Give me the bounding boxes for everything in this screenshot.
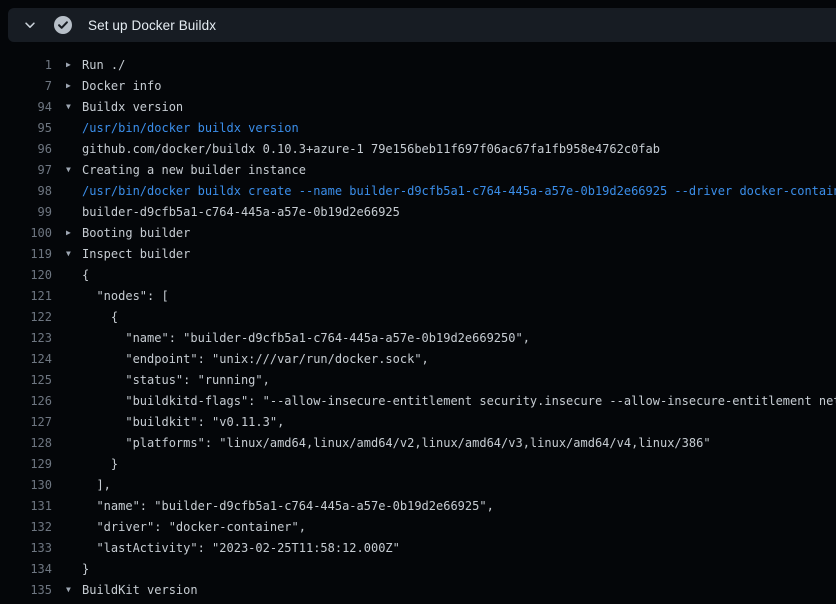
log-row: 127 "buildkit": "v0.11.3", bbox=[0, 411, 836, 432]
group-expanded-triangle-icon[interactable]: ▼ bbox=[66, 96, 82, 117]
log-text: Docker info bbox=[82, 79, 161, 93]
line-number[interactable]: 94 bbox=[0, 100, 52, 114]
log-command-text: /usr/bin/docker buildx create --name bui… bbox=[82, 184, 836, 198]
log-text: "lastActivity": "2023-02-25T11:58:12.000… bbox=[82, 541, 400, 555]
line-number[interactable]: 7 bbox=[0, 79, 52, 93]
log-text: BuildKit version bbox=[82, 583, 198, 597]
line-number[interactable]: 130 bbox=[0, 478, 52, 492]
line-number[interactable]: 125 bbox=[0, 373, 52, 387]
line-number[interactable]: 129 bbox=[0, 457, 52, 471]
log-text: } bbox=[82, 457, 118, 471]
log-text: "driver": "docker-container", bbox=[82, 520, 306, 534]
line-number[interactable]: 96 bbox=[0, 142, 52, 156]
log-row: 126 "buildkitd-flags": "--allow-insecure… bbox=[0, 390, 836, 411]
line-number[interactable]: 100 bbox=[0, 226, 52, 240]
log-row: 123 "name": "builder-d9cfb5a1-c764-445a-… bbox=[0, 327, 836, 348]
log-row: 132 "driver": "docker-container", bbox=[0, 516, 836, 537]
log-text: } bbox=[82, 562, 89, 576]
log-text: "name": "builder-d9cfb5a1-c764-445a-a57e… bbox=[82, 331, 530, 345]
log-text: "status": "running", bbox=[82, 373, 270, 387]
group-collapsed-triangle-icon[interactable]: ▶ bbox=[66, 54, 82, 75]
log-group-row[interactable]: 94 ▼Buildx version bbox=[0, 96, 836, 117]
log-text: { bbox=[82, 310, 118, 324]
step-success-check-icon bbox=[54, 16, 72, 34]
log-text: "buildkitd-flags": "--allow-insecure-ent… bbox=[82, 394, 836, 408]
log-text: Creating a new builder instance bbox=[82, 163, 306, 177]
line-number[interactable]: 121 bbox=[0, 289, 52, 303]
log-row: 121 "nodes": [ bbox=[0, 285, 836, 306]
line-number[interactable]: 126 bbox=[0, 394, 52, 408]
log-text: github.com/docker/buildx 0.10.3+azure-1 … bbox=[82, 142, 660, 156]
log-group-row[interactable]: 1 ▶Run ./ bbox=[0, 54, 836, 75]
log-text: "name": "builder-d9cfb5a1-c764-445a-a57e… bbox=[82, 499, 494, 513]
line-number[interactable]: 99 bbox=[0, 205, 52, 219]
log-row: 129 } bbox=[0, 453, 836, 474]
group-expanded-triangle-icon[interactable]: ▼ bbox=[66, 159, 82, 180]
line-number[interactable]: 123 bbox=[0, 331, 52, 345]
log-text: builder-d9cfb5a1-c764-445a-a57e-0b19d2e6… bbox=[82, 205, 400, 219]
group-expanded-triangle-icon[interactable]: ▼ bbox=[66, 243, 82, 264]
step-title: Set up Docker Buildx bbox=[88, 18, 216, 33]
line-number[interactable]: 135 bbox=[0, 583, 52, 597]
line-number[interactable]: 131 bbox=[0, 499, 52, 513]
log-text: "nodes": [ bbox=[82, 289, 169, 303]
line-number[interactable]: 132 bbox=[0, 520, 52, 534]
log-row: 120 { bbox=[0, 264, 836, 285]
log-row: 136builder-d9cfb5a1-c764-445a-a57e-0b19d… bbox=[0, 600, 836, 604]
log-lines: 1▶Run ./7▶Docker info94▼Buildx version95… bbox=[0, 42, 836, 604]
log-row: 96 github.com/docker/buildx 0.10.3+azure-… bbox=[0, 138, 836, 159]
log-text: "platforms": "linux/amd64,linux/amd64/v2… bbox=[82, 436, 711, 450]
log-group-row[interactable]: 97 ▼Creating a new builder instance bbox=[0, 159, 836, 180]
line-number[interactable]: 128 bbox=[0, 436, 52, 450]
log-row: 134} bbox=[0, 558, 836, 579]
log-row: 98/usr/bin/docker buildx create --name b… bbox=[0, 180, 836, 201]
group-collapsed-triangle-icon[interactable]: ▶ bbox=[66, 222, 82, 243]
log-text: Run ./ bbox=[82, 58, 125, 72]
group-expanded-triangle-icon[interactable]: ▼ bbox=[66, 579, 82, 600]
log-text: "endpoint": "unix:///var/run/docker.sock… bbox=[82, 352, 429, 366]
log-text: Booting builder bbox=[82, 226, 190, 240]
log-row: 99 builder-d9cfb5a1-c764-445a-a57e-0b19d2… bbox=[0, 201, 836, 222]
line-number[interactable]: 122 bbox=[0, 310, 52, 324]
log-text: Inspect builder bbox=[82, 247, 190, 261]
log-group-row[interactable]: 100 ▶Booting builder bbox=[0, 222, 836, 243]
log-group-row[interactable]: 119 ▼Inspect builder bbox=[0, 243, 836, 264]
line-number[interactable]: 97 bbox=[0, 163, 52, 177]
log-row: 125 "status": "running", bbox=[0, 369, 836, 390]
chevron-down-icon[interactable] bbox=[22, 17, 38, 33]
line-number[interactable]: 119 bbox=[0, 247, 52, 261]
log-row: 95/usr/bin/docker buildx version bbox=[0, 117, 836, 138]
group-collapsed-triangle-icon[interactable]: ▶ bbox=[66, 75, 82, 96]
line-number[interactable]: 127 bbox=[0, 415, 52, 429]
log-row: 122 { bbox=[0, 306, 836, 327]
log-group-row[interactable]: 7 ▶Docker info bbox=[0, 75, 836, 96]
log-row: 128 "platforms": "linux/amd64,linux/amd6… bbox=[0, 432, 836, 453]
line-number[interactable]: 124 bbox=[0, 352, 52, 366]
log-row: 130 ], bbox=[0, 474, 836, 495]
log-row: 133 "lastActivity": "2023-02-25T11:58:12… bbox=[0, 537, 836, 558]
line-number[interactable]: 133 bbox=[0, 541, 52, 555]
log-command-text: /usr/bin/docker buildx version bbox=[82, 121, 299, 135]
log-text: { bbox=[82, 268, 89, 282]
line-number[interactable]: 1 bbox=[0, 58, 52, 72]
log-text: ], bbox=[82, 478, 111, 492]
step-header[interactable]: Set up Docker Buildx bbox=[8, 8, 836, 42]
log-text: Buildx version bbox=[82, 100, 183, 114]
log-text: "buildkit": "v0.11.3", bbox=[82, 415, 284, 429]
log-group-row[interactable]: 135 ▼BuildKit version bbox=[0, 579, 836, 600]
log-row: 124 "endpoint": "unix:///var/run/docker.… bbox=[0, 348, 836, 369]
log-row: 131 "name": "builder-d9cfb5a1-c764-445a-… bbox=[0, 495, 836, 516]
actions-log-viewer: Set up Docker Buildx 1▶Run ./7▶Docker in… bbox=[0, 0, 836, 604]
line-number[interactable]: 120 bbox=[0, 268, 52, 282]
line-number[interactable]: 98 bbox=[0, 184, 52, 198]
line-number[interactable]: 95 bbox=[0, 121, 52, 135]
line-number[interactable]: 134 bbox=[0, 562, 52, 576]
